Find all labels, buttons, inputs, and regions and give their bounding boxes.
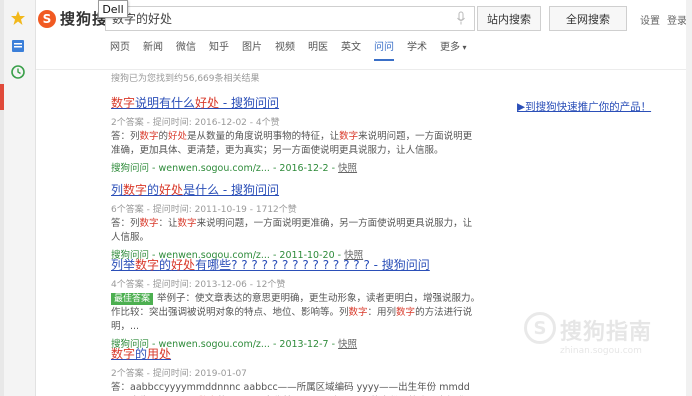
title-keyword: 数字 — [135, 258, 160, 272]
title-keyword: 用处 — [147, 347, 172, 361]
title-keyword: 好处 — [159, 183, 184, 197]
search-box — [105, 6, 475, 31]
search-header: S 搜狗搜索 站内搜索 全网搜索 设置 登录 网页 新闻 微信 知乎 图片 视频… — [36, 0, 692, 70]
tab-wechat[interactable]: 微信 — [176, 41, 196, 61]
search-result: 列举数字的好处有哪些? ? ? ? ? ? ? ? ? ? ? ? ? ? - … — [111, 256, 481, 350]
title-text: 的 — [147, 183, 160, 197]
microphone-icon[interactable] — [456, 11, 466, 26]
star-icon[interactable] — [10, 10, 26, 26]
result-snippet: 答：aabbccyyyymmddnnnc aabbcc——所属区域编码 yyyy… — [111, 382, 470, 393]
history-clock-icon[interactable] — [10, 64, 26, 80]
sidebar-edge — [0, 0, 4, 396]
site-search-button[interactable]: 站内搜索 — [477, 6, 541, 31]
title-keyword: 好处 — [171, 258, 196, 272]
web-search-button[interactable]: 全网搜索 — [549, 6, 627, 31]
tab-video[interactable]: 视频 — [275, 41, 295, 61]
title-text: 说明有什么 — [135, 96, 196, 110]
snippet-keyword: 数字 — [348, 307, 368, 318]
category-nav: 网页 新闻 微信 知乎 图片 视频 明医 英文 问问 学术 更多 — [110, 41, 480, 61]
watermark-logo-icon: S — [524, 312, 556, 344]
snapshot-link[interactable]: 快照 — [338, 163, 357, 174]
result-snippet: 最佳答案 举例子：使文章表达的意思更明确，更生动形象，读者更明白，增强说服力。 作… — [111, 292, 481, 334]
result-meta: 2个答案 - 提问时间: 2019-01-07 — [111, 369, 247, 379]
result-snippet: 答：列数字：让数字来说明问题，一方面说明更准确，另一方面使说明更具说服力，让人信… — [111, 218, 473, 243]
result-count: 搜狗已为您找到约56,669条相关结果 — [111, 74, 260, 84]
sogou-guide-watermark: S 搜狗指南 zhinan.sogou.com — [520, 310, 688, 380]
search-result: 列数字的好处是什么 - 搜狗问问 6个答案 - 提问时间: 2011-10-19… — [111, 181, 481, 261]
title-keyword: 数字 — [123, 183, 148, 197]
reading-list-icon[interactable] — [10, 38, 26, 54]
result-url[interactable]: 搜狗问问 - wenwen.sogou.com/z... - 2016-12-2… — [111, 160, 481, 174]
title-keyword: 数字 — [111, 96, 136, 110]
title-text: 的 — [159, 258, 172, 272]
watermark-url: zhinan.sogou.com — [560, 346, 642, 356]
result-title[interactable]: 列数字的好处是什么 - 搜狗问问 — [111, 181, 481, 198]
snippet-keyword: 数字 — [139, 131, 159, 142]
login-link[interactable]: 登录 — [667, 12, 687, 27]
browser-sidebar — [0, 0, 36, 396]
snippet-keyword: 数字 — [339, 131, 359, 142]
tab-zhihu[interactable]: 知乎 — [209, 41, 229, 61]
tab-wenwen[interactable]: 问问 — [374, 41, 394, 61]
result-meta: 6个答案 - 提问时间: 2011-10-19 - 1712个赞 — [111, 205, 297, 215]
snippet-keyword: 数字 — [396, 307, 416, 318]
tab-english[interactable]: 英文 — [341, 41, 361, 61]
title-text: 是什么 - 搜狗问问 — [183, 183, 280, 197]
tab-more[interactable]: 更多 — [440, 41, 467, 61]
best-answer-badge: 最佳答案 — [111, 293, 154, 305]
result-snippet-text: 举例子：使文章表达的意思更明确，更生动形象，读者更明白，增强说服力。 作比较：突… — [111, 293, 481, 332]
sogou-logo-icon: S — [38, 9, 56, 28]
sidebar-edge-accent — [0, 84, 4, 110]
title-text: 列举 — [111, 258, 136, 272]
hover-tooltip: Dell — [98, 0, 128, 18]
title-text: 有哪些? ? ? ? ? ? ? ? ? ? ? ? ? ? - 搜狗问问 — [195, 258, 430, 272]
settings-link[interactable]: 设置 — [640, 12, 660, 27]
result-meta: 2个答案 - 提问时间: 2016-12-02 - 4个赞 — [111, 118, 280, 128]
result-title[interactable]: 数字说明有什么好处 - 搜狗问问 — [111, 94, 481, 111]
tab-web[interactable]: 网页 — [110, 41, 130, 61]
tab-images[interactable]: 图片 — [242, 41, 262, 61]
snippet-keyword: 数字 — [139, 218, 159, 229]
title-text: 的 — [135, 347, 148, 361]
result-source: 搜狗问问 - wenwen.sogou.com/z... - 2016-12-2… — [111, 163, 339, 174]
search-input[interactable] — [106, 7, 426, 30]
result-title[interactable]: 数字的用处 — [111, 345, 481, 362]
title-keyword: 数字 — [111, 347, 136, 361]
page-scrollbar[interactable] — [686, 0, 692, 396]
tab-news[interactable]: 新闻 — [143, 41, 163, 61]
result-meta: 4个答案 - 提问时间: 2013-12-06 - 12个赞 — [111, 280, 286, 290]
search-result: 数字的用处 2个答案 - 提问时间: 2019-01-07 答：aabbccyy… — [111, 345, 481, 396]
title-keyword: 好处 — [195, 96, 220, 110]
search-result: 数字说明有什么好处 - 搜狗问问 2个答案 - 提问时间: 2016-12-02… — [111, 94, 481, 174]
snippet-keyword: 数字 — [177, 218, 197, 229]
tab-academic[interactable]: 学术 — [407, 41, 427, 61]
promo-link[interactable]: ▶到搜狗快速推广你的产品！ — [517, 99, 651, 114]
result-snippet: 答：列数字的好处是从数量的角度说明事物的特征，让数字来说明问题，一方面说明更准确… — [111, 131, 473, 156]
result-title[interactable]: 列举数字的好处有哪些? ? ? ? ? ? ? ? ? ? ? ? ? ? - … — [111, 256, 481, 273]
watermark-text: 搜狗指南 — [560, 320, 653, 345]
snippet-keyword: 好处 — [168, 131, 188, 142]
title-text: 列 — [111, 183, 124, 197]
title-text: - 搜狗问问 — [219, 96, 280, 110]
tab-medical[interactable]: 明医 — [308, 41, 328, 61]
